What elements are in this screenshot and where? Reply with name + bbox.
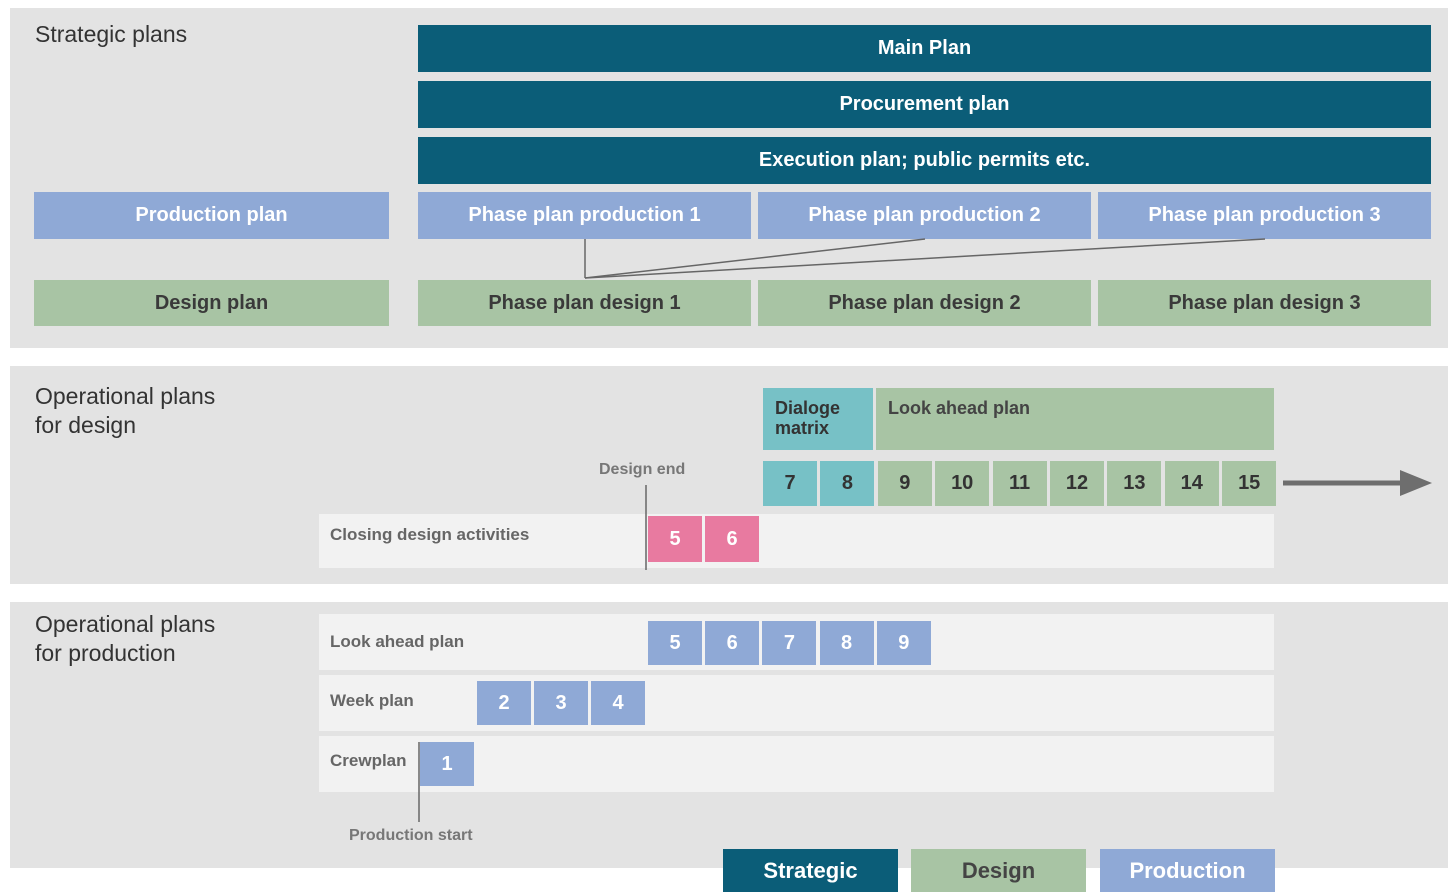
connector-to-production-3 (584, 238, 1266, 279)
timeline-arrow (1283, 470, 1432, 496)
connector-to-production-2 (584, 238, 926, 279)
connectors-overlay (418, 238, 1432, 822)
